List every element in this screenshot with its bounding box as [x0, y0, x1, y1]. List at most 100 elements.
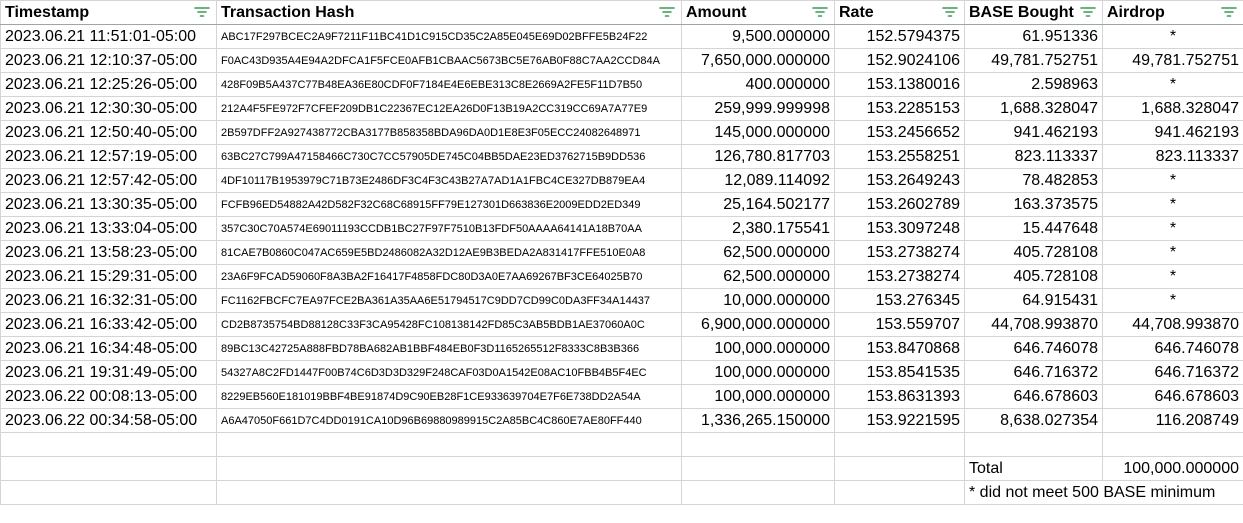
base-bought-cell[interactable]: 49,781.752751	[964, 48, 1103, 73]
timestamp-cell[interactable]: 2023.06.21 19:31:49-05:00	[0, 360, 217, 385]
cell[interactable]	[0, 432, 217, 457]
base-bought-cell[interactable]: 1,688.328047	[964, 96, 1103, 121]
hash-cell[interactable]: 23A6F9FCAD59060F8A3BA2F16417F4858FDC80D3…	[216, 264, 682, 289]
airdrop-cell[interactable]: 823.113337	[1102, 144, 1243, 169]
base-bought-cell[interactable]: 823.113337	[964, 144, 1103, 169]
airdrop-cell[interactable]: 116.208749	[1102, 408, 1243, 433]
base-bought-cell[interactable]: 646.746078	[964, 336, 1103, 361]
cell[interactable]	[216, 432, 682, 457]
airdrop-cell[interactable]: *	[1102, 168, 1243, 193]
header-timestamp[interactable]: Timestamp	[0, 0, 217, 25]
base-bought-cell[interactable]: 44,708.993870	[964, 312, 1103, 337]
timestamp-cell[interactable]: 2023.06.21 13:58:23-05:00	[0, 240, 217, 265]
filter-icon[interactable]	[659, 5, 675, 19]
airdrop-cell[interactable]: *	[1102, 192, 1243, 217]
amount-cell[interactable]: 126,780.817703	[681, 144, 835, 169]
timestamp-cell[interactable]: 2023.06.21 12:57:19-05:00	[0, 144, 217, 169]
base-bought-cell[interactable]: 8,638.027354	[964, 408, 1103, 433]
base-bought-cell[interactable]: 405.728108	[964, 264, 1103, 289]
amount-cell[interactable]: 6,900,000.000000	[681, 312, 835, 337]
hash-cell[interactable]: 54327A8C2FD1447F00B74C6D3D3D329F248CAF03…	[216, 360, 682, 385]
total-label[interactable]: Total	[964, 456, 1103, 481]
timestamp-cell[interactable]: 2023.06.21 12:25:26-05:00	[0, 72, 217, 97]
airdrop-cell[interactable]: *	[1102, 216, 1243, 241]
hash-cell[interactable]: FC1162FBCFC7EA97FCE2BA361A35AA6E51794517…	[216, 288, 682, 313]
airdrop-cell[interactable]: 49,781.752751	[1102, 48, 1243, 73]
rate-cell[interactable]: 152.5794375	[834, 24, 965, 49]
rate-cell[interactable]: 153.9221595	[834, 408, 965, 433]
hash-cell[interactable]: 428F09B5A437C77B48EA36E80CDF0F7184E4E6EB…	[216, 72, 682, 97]
rate-cell[interactable]: 153.2558251	[834, 144, 965, 169]
hash-cell[interactable]: 8229EB560E181019BBF4BE91874D9C90EB28F1CE…	[216, 384, 682, 409]
hash-cell[interactable]: F0AC43D935A4E94A2DFCA1F5FCE0AFB1CBAAC567…	[216, 48, 682, 73]
rate-cell[interactable]: 153.2456652	[834, 120, 965, 145]
header-base-bought[interactable]: BASE Bought	[964, 0, 1103, 25]
airdrop-cell[interactable]: 941.462193	[1102, 120, 1243, 145]
airdrop-cell[interactable]: *	[1102, 264, 1243, 289]
rate-cell[interactable]: 153.2285153	[834, 96, 965, 121]
amount-cell[interactable]: 62,500.000000	[681, 264, 835, 289]
cell[interactable]	[834, 432, 965, 457]
amount-cell[interactable]: 25,164.502177	[681, 192, 835, 217]
header-airdrop[interactable]: Airdrop	[1102, 0, 1243, 25]
amount-cell[interactable]: 7,650,000.000000	[681, 48, 835, 73]
hash-cell[interactable]: 89BC13C42725A888FBD78BA682AB1BBF484EB0F3…	[216, 336, 682, 361]
rate-cell[interactable]: 153.559707	[834, 312, 965, 337]
filter-icon[interactable]	[194, 5, 210, 19]
hash-cell[interactable]: 63BC27C799A47158466C730C7CC57905DE745C04…	[216, 144, 682, 169]
airdrop-cell[interactable]: *	[1102, 288, 1243, 313]
amount-cell[interactable]: 10,000.000000	[681, 288, 835, 313]
cell[interactable]	[216, 480, 682, 505]
airdrop-cell[interactable]: 646.746078	[1102, 336, 1243, 361]
rate-cell[interactable]: 153.2738274	[834, 240, 965, 265]
amount-cell[interactable]: 100,000.000000	[681, 384, 835, 409]
cell[interactable]	[216, 456, 682, 481]
base-bought-cell[interactable]: 163.373575	[964, 192, 1103, 217]
header-rate[interactable]: Rate	[834, 0, 965, 25]
amount-cell[interactable]: 12,089.114092	[681, 168, 835, 193]
timestamp-cell[interactable]: 2023.06.21 12:57:42-05:00	[0, 168, 217, 193]
amount-cell[interactable]: 145,000.000000	[681, 120, 835, 145]
rate-cell[interactable]: 153.8631393	[834, 384, 965, 409]
airdrop-cell[interactable]: 646.678603	[1102, 384, 1243, 409]
base-bought-cell[interactable]: 64.915431	[964, 288, 1103, 313]
rate-cell[interactable]: 152.9024106	[834, 48, 965, 73]
hash-cell[interactable]: ABC17F297BCEC2A9F7211F11BC41D1C915CD35C2…	[216, 24, 682, 49]
base-bought-cell[interactable]: 646.678603	[964, 384, 1103, 409]
rate-cell[interactable]: 153.276345	[834, 288, 965, 313]
rate-cell[interactable]: 153.2649243	[834, 168, 965, 193]
base-bought-cell[interactable]: 646.716372	[964, 360, 1103, 385]
base-bought-cell[interactable]: 405.728108	[964, 240, 1103, 265]
amount-cell[interactable]: 62,500.000000	[681, 240, 835, 265]
hash-cell[interactable]: 357C30C70A574E69011193CCDB1BC27F97F7510B…	[216, 216, 682, 241]
filter-icon[interactable]	[1221, 5, 1237, 19]
base-bought-cell[interactable]: 941.462193	[964, 120, 1103, 145]
airdrop-cell[interactable]: 1,688.328047	[1102, 96, 1243, 121]
amount-cell[interactable]: 100,000.000000	[681, 360, 835, 385]
cell[interactable]	[0, 456, 217, 481]
hash-cell[interactable]: 81CAE7B0860C047AC659E5BD2486082A32D12AE9…	[216, 240, 682, 265]
hash-cell[interactable]: FCFB96ED54882A42D582F32C68C68915FF79E127…	[216, 192, 682, 217]
airdrop-cell[interactable]: *	[1102, 240, 1243, 265]
rate-cell[interactable]: 153.1380016	[834, 72, 965, 97]
amount-cell[interactable]: 9,500.000000	[681, 24, 835, 49]
timestamp-cell[interactable]: 2023.06.21 12:10:37-05:00	[0, 48, 217, 73]
filter-icon[interactable]	[942, 5, 958, 19]
rate-cell[interactable]: 153.2602789	[834, 192, 965, 217]
airdrop-cell[interactable]: 44,708.993870	[1102, 312, 1243, 337]
timestamp-cell[interactable]: 2023.06.21 12:30:30-05:00	[0, 96, 217, 121]
filter-icon[interactable]	[812, 5, 828, 19]
header-hash[interactable]: Transaction Hash	[216, 0, 682, 25]
hash-cell[interactable]: A6A47050F661D7C4DD0191CA10D96B6988098991…	[216, 408, 682, 433]
hash-cell[interactable]: 212A4F5FE972F7CFEF209DB1C22367EC12EA26D0…	[216, 96, 682, 121]
timestamp-cell[interactable]: 2023.06.21 11:51:01-05:00	[0, 24, 217, 49]
cell[interactable]	[681, 456, 835, 481]
timestamp-cell[interactable]: 2023.06.21 13:33:04-05:00	[0, 216, 217, 241]
header-amount[interactable]: Amount	[681, 0, 835, 25]
airdrop-cell[interactable]: *	[1102, 72, 1243, 97]
filter-icon[interactable]	[1080, 5, 1096, 19]
amount-cell[interactable]: 2,380.175541	[681, 216, 835, 241]
timestamp-cell[interactable]: 2023.06.22 00:08:13-05:00	[0, 384, 217, 409]
base-bought-cell[interactable]: 78.482853	[964, 168, 1103, 193]
cell[interactable]	[681, 432, 835, 457]
